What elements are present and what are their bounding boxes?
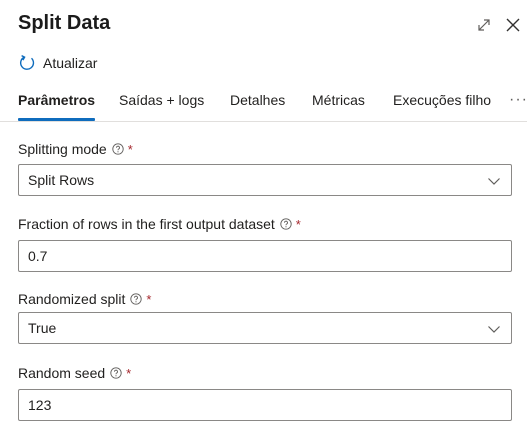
- required-mark: *: [295, 216, 301, 232]
- panel-header: Split Data: [18, 10, 520, 42]
- refresh-button[interactable]: Atualizar: [18, 52, 97, 74]
- splitting-mode-label-text: Splitting mode: [18, 141, 107, 157]
- fraction-input[interactable]: [18, 240, 512, 272]
- splitting-mode-value: Split Rows: [28, 172, 95, 188]
- randomized-split-label: Randomized split *: [18, 291, 151, 307]
- expand-button[interactable]: [473, 14, 495, 36]
- chevron-down-icon: [488, 326, 500, 333]
- fraction-label: Fraction of rows in the first output dat…: [18, 216, 301, 232]
- more-tabs-button[interactable]: ···: [509, 91, 527, 109]
- help-circle-icon[interactable]: [130, 293, 143, 305]
- expand-icon: [478, 19, 490, 31]
- tab-metricas[interactable]: Métricas: [312, 92, 365, 108]
- help-circle-icon[interactable]: [110, 367, 122, 379]
- fraction-label-text: Fraction of rows in the first output dat…: [18, 216, 275, 232]
- panel-title: Split Data: [18, 12, 111, 34]
- tab-execucoes-filho[interactable]: Execuções filho: [393, 92, 491, 108]
- splitting-mode-dropdown[interactable]: Split Rows: [18, 164, 512, 196]
- tab-bar: Parâmetros Saídas + logs Detalhes Métric…: [0, 86, 527, 122]
- random-seed-label: Random seed *: [18, 365, 131, 381]
- help-circle-icon[interactable]: [280, 218, 292, 230]
- active-tab-indicator: [18, 118, 95, 121]
- close-icon: [506, 18, 520, 32]
- chevron-down-icon: [488, 178, 500, 185]
- randomized-split-value: True: [28, 320, 57, 336]
- random-seed-label-text: Random seed: [18, 365, 106, 381]
- required-mark: *: [127, 141, 133, 157]
- randomized-split-label-text: Randomized split: [18, 291, 126, 307]
- required-mark: *: [126, 365, 132, 381]
- refresh-icon: [20, 54, 35, 70]
- tab-parametros[interactable]: Parâmetros: [18, 92, 95, 108]
- tab-saidas-logs[interactable]: Saídas + logs: [119, 92, 204, 108]
- refresh-label: Atualizar: [43, 55, 98, 71]
- tab-detalhes[interactable]: Detalhes: [230, 92, 285, 108]
- help-circle-icon[interactable]: [112, 143, 124, 155]
- randomized-split-dropdown[interactable]: True: [18, 312, 512, 344]
- random-seed-input[interactable]: [18, 389, 512, 421]
- required-mark: *: [146, 291, 152, 307]
- close-button[interactable]: [502, 14, 524, 36]
- splitting-mode-label: Splitting mode *: [18, 141, 133, 157]
